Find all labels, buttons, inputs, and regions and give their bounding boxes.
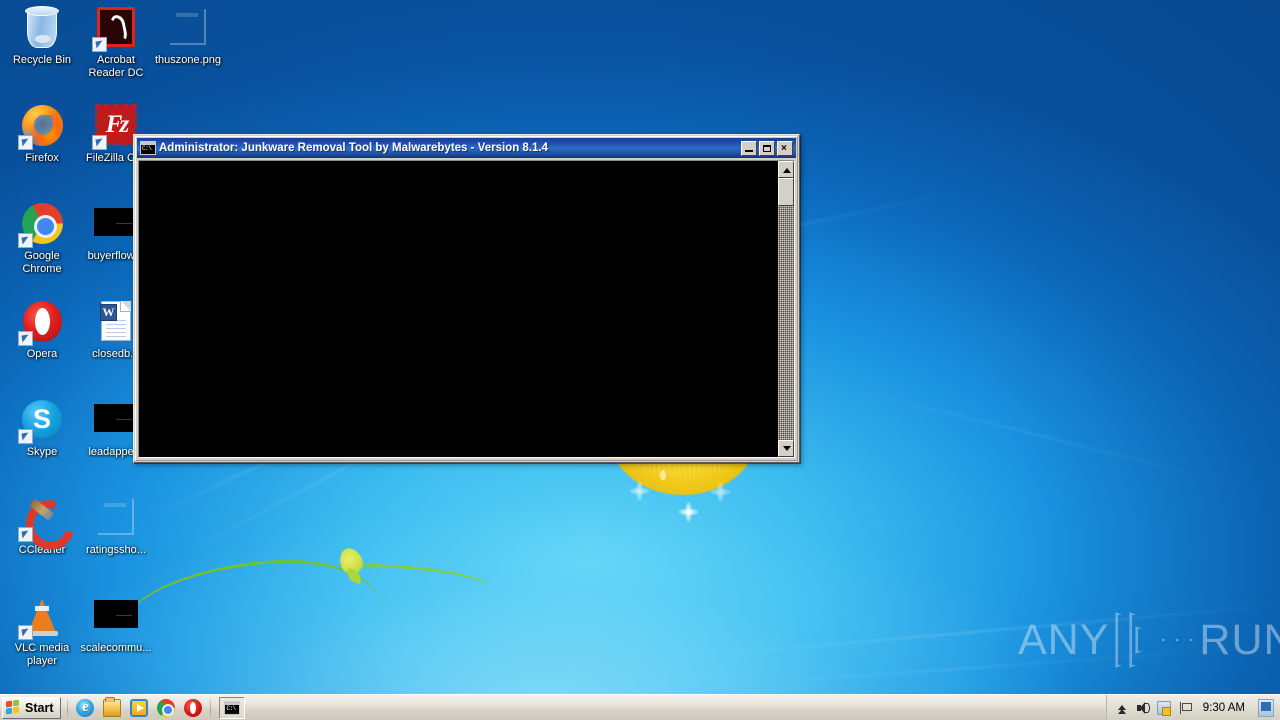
desktop-icon-label: Google Chrome [22,250,62,275]
desktop-icon-thuszone-png[interactable]: thuszone.png [152,4,224,67]
action-center-shield-icon[interactable] [1156,700,1171,716]
acrobat-icon [92,4,140,52]
speaker-icon[interactable] [1136,701,1150,715]
desktop-icon-label: Firefox [25,152,59,164]
google-chrome-icon[interactable] [157,698,176,717]
desktop-icon-skype[interactable]: S Skype [6,396,78,459]
shortcut-arrow-icon [18,527,33,542]
start-button[interactable]: Start [2,696,62,719]
shortcut-arrow-icon [92,37,107,52]
shortcut-arrow-icon [18,135,33,150]
opera-icon[interactable] [184,698,203,717]
shortcut-arrow-icon [92,135,107,150]
windows-logo-icon [6,699,21,715]
cmd-icon-text: C:\ [226,704,236,712]
desktop-icon-ratingssho[interactable]: ratingssho... [80,494,152,557]
taskbar-separator [67,697,69,718]
ghost-icon [164,4,212,52]
chrome-icon [18,200,66,248]
taskbar-clock[interactable]: 9:30 AM [1199,702,1249,714]
desktop-icon-opera[interactable]: Opera [6,298,78,361]
desktop-icon-label: VLC media player [14,642,70,667]
ghost-icon [92,494,140,542]
desktop-icon-recycle-bin[interactable]: Recycle Bin [6,4,78,67]
jrt-console-window[interactable]: C:\ Administrator: Junkware Removal Tool… [133,134,800,463]
internet-explorer-icon[interactable] [76,698,95,717]
vertical-scrollbar[interactable] [777,161,794,457]
cmd-task-button[interactable]: C:\ [219,696,246,719]
window-controls: × [741,140,794,156]
desktop-icon-label: scalecommu... [80,642,152,654]
desktop-icon-firefox[interactable]: Firefox [6,102,78,165]
task-button-area: C:\ [215,696,1105,719]
scroll-up-arrow-icon[interactable] [778,161,794,178]
taskbar-separator [210,697,212,718]
ccleaner-icon [18,494,66,542]
show-hidden-icons-chevron[interactable] [1115,701,1129,715]
shortcut-arrow-icon [18,429,33,444]
scroll-down-arrow-icon[interactable] [778,440,794,457]
start-label: Start [25,700,54,715]
close-icon: × [781,142,787,154]
minimize-button[interactable] [741,140,757,156]
network-flag-icon[interactable] [1178,701,1192,715]
blackthumb-icon [92,592,140,640]
firefox-icon [18,102,66,150]
skype-icon: S [18,396,66,444]
cmd-console-icon[interactable]: C:\ [140,141,156,155]
window-title: Administrator: Junkware Removal Tool by … [159,142,548,154]
desktop-icon-ccleaner[interactable]: CCleaner [6,494,78,557]
desktop-icon-label: ratingssho... [86,544,146,556]
taskbar: Start C:\ 9:30 AM [0,694,1280,720]
maximize-button[interactable] [759,140,775,156]
shortcut-arrow-icon [18,233,33,248]
windows-explorer-icon[interactable] [103,696,122,717]
recycle-icon [18,4,66,52]
system-tray: 9:30 AM [1105,694,1280,720]
desktop-icon-label: Skype [26,446,58,458]
cmd-console-icon: C:\ [224,700,241,715]
opera-icon [18,298,66,346]
shortcut-arrow-icon [18,625,33,640]
window-title-bar[interactable]: C:\ Administrator: Junkware Removal Tool… [137,138,796,158]
desktop-icon-label: Opera [26,348,58,360]
shortcut-arrow-icon [18,331,33,346]
scrollbar-track[interactable] [778,206,794,440]
scrollbar-thumb[interactable] [778,178,794,206]
desktop-icon-label: thuszone.png [154,54,222,66]
console-output[interactable] [139,161,777,457]
close-button[interactable]: × [777,140,793,156]
desktop-icon-label: Acrobat Reader DC [88,54,144,79]
desktop-icon-google[interactable]: Google Chrome [6,200,78,276]
show-desktop-button[interactable] [1258,698,1274,717]
quick-launch-bar [72,696,206,717]
desktop-icon-scalecommu[interactable]: scalecommu... [80,592,152,655]
desktop-icon-vlc-media[interactable]: VLC media player [6,592,78,668]
desktop-icon-acrobat[interactable]: Acrobat Reader DC [80,4,152,80]
console-client-area[interactable] [138,160,795,458]
desktop-icon-label: Recycle Bin [12,54,72,66]
desktop[interactable]: Recycle Bin Acrobat Reader DC thuszone.png F… [0,0,1280,720]
cmd-icon-text: C:\ [142,145,152,152]
vlc-icon [18,592,66,640]
windows-media-player-icon[interactable] [130,698,149,717]
